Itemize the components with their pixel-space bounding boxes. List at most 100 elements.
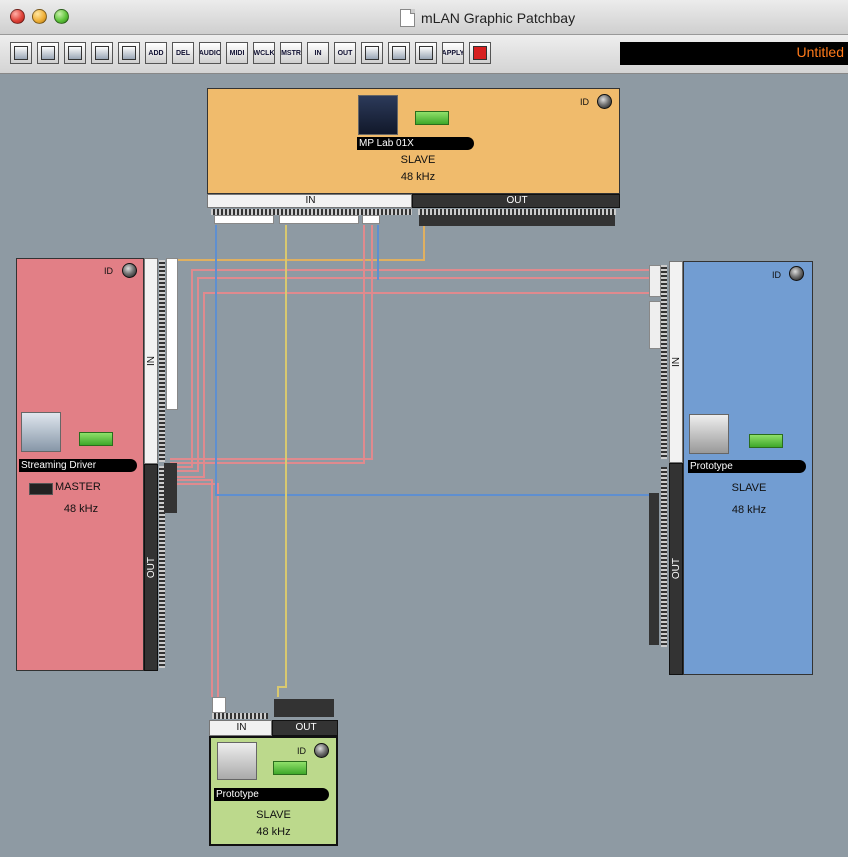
- prototype-bottom-in-tab[interactable]: IN: [209, 720, 272, 736]
- in-label: IN: [236, 722, 247, 733]
- cable-red[interactable]: [170, 292, 650, 478]
- document-icon: [400, 9, 415, 27]
- cable-red[interactable]: [170, 483, 219, 697]
- streaming-in-tab[interactable]: IN: [144, 258, 158, 464]
- id-label: ID: [772, 270, 781, 280]
- copy-button[interactable]: [118, 42, 140, 64]
- prototype-right-out-plug[interactable]: [649, 493, 659, 645]
- zoom-window-button[interactable]: [54, 9, 69, 24]
- patch-canvas[interactable]: ID MP Lab 01X SLAVE 48 kHz IN OUT ID Str…: [6, 75, 848, 857]
- document-name: Untitled: [796, 44, 844, 60]
- new-document-icon: [14, 46, 28, 60]
- id-knob[interactable]: [122, 263, 137, 278]
- prototype-bottom-in-plug[interactable]: [212, 697, 226, 713]
- prototype-right-in-plug[interactable]: [649, 265, 661, 297]
- computer-icon: [21, 412, 61, 452]
- window-button[interactable]: [361, 42, 383, 64]
- device-mp-lab[interactable]: ID MP Lab 01X SLAVE 48 kHz: [207, 88, 620, 194]
- open-folder-icon: [41, 46, 55, 60]
- add-device-icon: ADD: [148, 49, 164, 57]
- audio-icon: AUDIO: [199, 49, 221, 57]
- prototype-right-out-ports[interactable]: [661, 467, 667, 647]
- device-prototype-right[interactable]: ID Prototype SLAVE 48 kHz: [683, 261, 813, 675]
- streaming-in-plug[interactable]: [166, 258, 178, 410]
- id-label: ID: [297, 746, 306, 756]
- cable-red[interactable]: [170, 277, 650, 472]
- apply-button[interactable]: APPLY: [442, 42, 464, 64]
- prototype-bottom-in-ports[interactable]: [212, 713, 268, 719]
- copy-icon: [122, 46, 136, 60]
- wordclock-button[interactable]: WCLK: [253, 42, 275, 64]
- id-knob[interactable]: [597, 94, 612, 109]
- document-name-display: Untitled: [620, 42, 848, 65]
- input-icon: IN: [314, 49, 322, 57]
- cable-orange[interactable]: [170, 225, 425, 261]
- streaming-out-tab[interactable]: OUT: [144, 464, 158, 671]
- master-button[interactable]: MSTR: [280, 42, 302, 64]
- status-led: [79, 432, 113, 446]
- minimize-window-button[interactable]: [32, 9, 47, 24]
- apply-icon: APPLY: [442, 49, 464, 57]
- in-label: IN: [145, 356, 157, 366]
- output-button[interactable]: OUT: [334, 42, 356, 64]
- id-label: ID: [580, 97, 589, 107]
- refresh-button[interactable]: [415, 42, 437, 64]
- mp-lab-in-plug[interactable]: [279, 215, 359, 224]
- delete-device-button[interactable]: DEL: [172, 42, 194, 64]
- device-name-label[interactable]: Streaming Driver: [19, 459, 137, 472]
- record-icon: [473, 46, 487, 60]
- device-name-label[interactable]: Prototype: [214, 788, 329, 801]
- add-device-button[interactable]: ADD: [145, 42, 167, 64]
- out-label: OUT: [145, 556, 157, 579]
- toolbar: ADD DEL AUDIO MIDI WCLK MSTR IN OUT APPLY Untitl…: [0, 35, 848, 74]
- status-led: [749, 434, 783, 448]
- in-label: IN: [305, 195, 316, 206]
- prototype-bottom-out-plug[interactable]: [274, 699, 334, 717]
- keyboard-device-icon: [217, 742, 257, 780]
- sync-mode-label: MASTER: [55, 481, 101, 493]
- mp-lab-out-tab[interactable]: OUT: [412, 194, 620, 208]
- close-window-button[interactable]: [10, 9, 25, 24]
- patchbay-window: mLAN Graphic Patchbay ADD DEL AUDIO MIDI WCL…: [0, 0, 848, 857]
- sample-rate-label: 48 kHz: [63, 503, 99, 515]
- device-prototype-bottom[interactable]: ID Prototype SLAVE 48 kHz: [209, 736, 338, 846]
- id-knob[interactable]: [789, 266, 804, 281]
- audio-button[interactable]: AUDIO: [199, 42, 221, 64]
- prototype-right-out-tab[interactable]: OUT: [669, 463, 683, 675]
- new-document-button[interactable]: [10, 42, 32, 64]
- export-button[interactable]: [91, 42, 113, 64]
- cable-yellow[interactable]: [277, 225, 287, 697]
- device-name-label[interactable]: MP Lab 01X: [357, 137, 474, 150]
- master-icon: [29, 483, 53, 495]
- cable-red[interactable]: [170, 269, 650, 468]
- mp-lab-out-plug[interactable]: [419, 215, 615, 226]
- mp-lab-in-plug[interactable]: [214, 215, 274, 224]
- prototype-bottom-out-tab[interactable]: OUT: [272, 720, 338, 736]
- sample-rate-label: 48 kHz: [256, 826, 291, 838]
- open-folder-button[interactable]: [37, 42, 59, 64]
- device-streaming-driver[interactable]: ID Streaming Driver MASTER 48 kHz: [16, 258, 144, 671]
- record-button[interactable]: [469, 42, 491, 64]
- prototype-right-in-tab[interactable]: IN: [669, 261, 683, 463]
- window-title: mLAN Graphic Patchbay: [421, 10, 576, 26]
- layout-button[interactable]: [388, 42, 410, 64]
- save-disk-button[interactable]: [64, 42, 86, 64]
- prototype-right-in-ports[interactable]: [661, 265, 667, 459]
- mp-lab-in-tab[interactable]: IN: [207, 194, 412, 208]
- id-knob[interactable]: [314, 743, 329, 758]
- save-disk-icon: [68, 46, 82, 60]
- export-icon: [95, 46, 109, 60]
- status-led: [273, 761, 307, 775]
- device-name-label[interactable]: Prototype: [688, 460, 806, 473]
- out-label: OUT: [506, 195, 528, 206]
- streaming-in-ports[interactable]: [159, 260, 165, 462]
- input-button[interactable]: IN: [307, 42, 329, 64]
- midi-icon: MIDI: [229, 49, 245, 57]
- mp-lab-in-plug[interactable]: [362, 215, 380, 224]
- prototype-right-in-plug[interactable]: [649, 301, 661, 349]
- wordclock-icon: WCLK: [253, 49, 275, 57]
- midi-button[interactable]: MIDI: [226, 42, 248, 64]
- streaming-out-plug[interactable]: [164, 463, 177, 513]
- out-label: OUT: [670, 558, 682, 580]
- cable-blue[interactable]: [215, 225, 650, 496]
